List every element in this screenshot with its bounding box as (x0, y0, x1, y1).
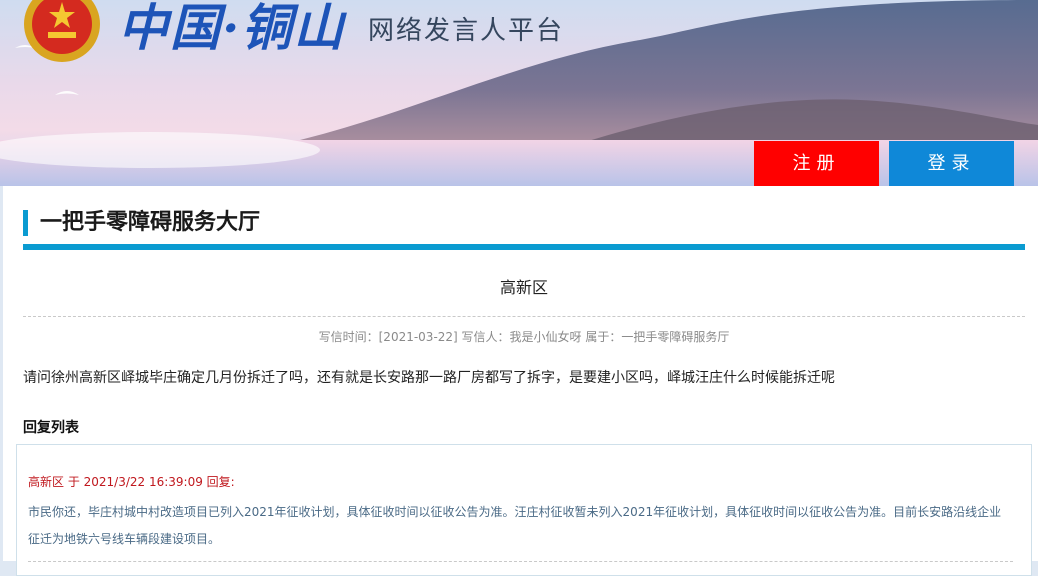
national-emblem-icon (24, 0, 100, 62)
divider (28, 561, 1013, 562)
header-banner: 中国·铜山 网络发言人平台 注册 登录 (0, 0, 1038, 186)
main-content: 一把手零障碍服务大厅 高新区 写信时间：[2021-03-22] 写信人：我是小… (3, 186, 1038, 576)
login-button[interactable]: 登录 (889, 141, 1014, 186)
article-title: 高新区 (499, 278, 548, 297)
article-meta: 写信时间：[2021-03-22] 写信人：我是小仙女呀 属于：一把手零障碍服务… (318, 330, 730, 344)
register-button[interactable]: 注册 (754, 141, 879, 186)
section-title: 一把手零障碍服务大厅 (23, 210, 260, 236)
question-text: 请问徐州高新区峄城毕庄确定几月份拆迁了吗，还有就是长安路那一路厂房都写了拆字，是… (23, 370, 835, 386)
section-divider (23, 244, 1025, 250)
reply-list-heading: 回复列表 (23, 420, 79, 436)
reply-header: 高新区 于 2021/3/22 16:39:09 回复: (28, 475, 235, 489)
divider (23, 316, 1025, 317)
reply-item: 高新区 于 2021/3/22 16:39:09 回复: 市民你还，毕庄村城中村… (16, 444, 1032, 576)
site-subtitle: 网络发言人平台 (368, 16, 565, 46)
reply-text: 市民你还，毕庄村城中村改造项目已列入2021年征收计划，具体征收时间以征收公告为… (28, 505, 1002, 546)
site-title: 中国·铜山 (118, 0, 346, 57)
